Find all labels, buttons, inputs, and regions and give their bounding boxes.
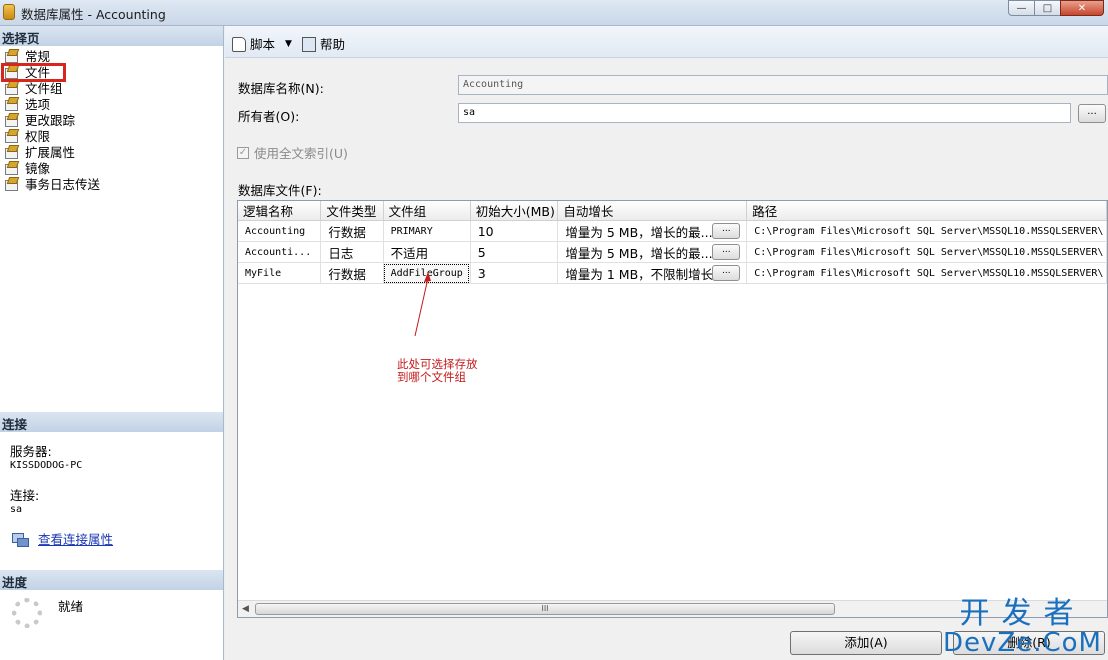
progress-area: 就绪 xyxy=(12,596,83,628)
cell-autogrowth: 增量为 1 MB，不限制增长... xyxy=(557,262,748,284)
view-connection-row: 查看连接属性 xyxy=(10,529,113,548)
left-pane: 选择页 常规 文件 文件组 选项 更改跟踪 权限 扩展属性 镜像 事务日志传送 … xyxy=(0,26,224,660)
connection-properties-icon xyxy=(10,532,29,547)
autogrowth-button[interactable]: ... xyxy=(712,223,741,239)
page-icon xyxy=(3,161,19,175)
scroll-thumb[interactable]: III xyxy=(255,603,835,615)
script-icon xyxy=(231,36,246,52)
page-icon xyxy=(3,113,19,127)
page-icon xyxy=(3,97,19,111)
scroll-left-icon[interactable]: ◀ xyxy=(242,604,249,614)
autogrowth-button[interactable]: ... xyxy=(712,265,741,281)
maximize-button[interactable]: □ xyxy=(1034,0,1061,16)
window-controls: — □ ✕ xyxy=(1008,0,1104,16)
server-value: KISSDODOG-PC xyxy=(10,460,83,471)
cell-autogrowth: 增量为 5 MB，增长的最...... xyxy=(557,241,748,263)
script-label: 脚本 xyxy=(250,37,276,52)
connection-info: 服务器: KISSDODOG-PC 连接: sa 查看连接属性 xyxy=(10,441,113,548)
add-button[interactable]: 添加(A) xyxy=(790,631,942,655)
progress-status: 就绪 xyxy=(58,599,84,614)
column-header-autogrowth[interactable]: 自动增长 xyxy=(557,201,748,221)
dropdown-arrow-icon[interactable]: ▼ xyxy=(285,39,292,49)
progress-spinner-icon xyxy=(12,598,42,628)
cell-autogrowth: 增量为 5 MB，增长的最...... xyxy=(557,220,748,242)
main-content: 数据库名称(N): Accounting 所有者(O): sa ... ✓ 使用… xyxy=(225,58,1108,660)
connection-label: 连接: xyxy=(10,488,40,503)
database-icon xyxy=(3,4,15,20)
toolbar: 脚本 ▼ 帮助 xyxy=(225,26,1108,58)
page-icon xyxy=(3,81,19,95)
page-icon xyxy=(3,49,19,63)
annotation-arrow-icon xyxy=(414,272,431,337)
autogrowth-text: 增量为 5 MB，增长的最... xyxy=(565,224,713,240)
script-button[interactable]: 脚本 ▼ xyxy=(231,34,292,53)
autogrowth-text: 增量为 1 MB，不限制增长 xyxy=(565,266,714,282)
page-list: 常规 文件 文件组 选项 更改跟踪 权限 扩展属性 镜像 事务日志传送 xyxy=(0,46,223,192)
autogrowth-text: 增量为 5 MB，增长的最... xyxy=(565,245,713,261)
cell-path: C:\Program Files\Microsoft SQL Server\MS… xyxy=(746,220,1107,242)
close-button[interactable]: ✕ xyxy=(1060,0,1104,16)
page-icon xyxy=(3,145,19,159)
column-header-path[interactable]: 路径 xyxy=(746,201,1107,221)
page-label: 事务日志传送 xyxy=(25,176,101,192)
window-title: 数据库属性 - Accounting xyxy=(21,7,166,22)
help-icon xyxy=(301,36,316,52)
page-icon xyxy=(3,65,19,79)
annotation-text: 此处可选择存放 到哪个文件组 xyxy=(397,358,478,384)
owner-field[interactable]: sa xyxy=(458,103,1071,123)
connection-header: 连接 xyxy=(0,412,223,432)
help-label: 帮助 xyxy=(320,37,346,52)
progress-header: 进度 xyxy=(0,570,223,590)
watermark-line-1: 开发者 xyxy=(959,596,1086,631)
page-icon xyxy=(3,177,19,191)
help-button[interactable]: 帮助 xyxy=(301,34,345,53)
select-page-header: 选择页 xyxy=(0,26,223,46)
connection-value: sa xyxy=(10,504,23,515)
cell-path: C:\Program Files\Microsoft SQL Server\MS… xyxy=(746,241,1107,263)
watermark-line-2: DevZe.CoM xyxy=(943,628,1102,658)
minimize-button[interactable]: — xyxy=(1008,0,1035,16)
server-label: 服务器: xyxy=(10,444,52,459)
autogrowth-button[interactable]: ... xyxy=(712,244,741,260)
title-bar: 数据库属性 - Accounting — □ ✕ xyxy=(0,0,1108,26)
annotation-line-2: 到哪个文件组 xyxy=(397,370,466,384)
watermark: 开发者 DevZe.CoM xyxy=(943,596,1102,658)
page-icon xyxy=(3,129,19,143)
view-connection-properties-link[interactable]: 查看连接属性 xyxy=(38,529,113,548)
owner-browse-button[interactable]: ... xyxy=(1078,104,1106,123)
database-name-field[interactable]: Accounting xyxy=(458,75,1108,95)
page-item-log-shipping[interactable]: 事务日志传送 xyxy=(0,175,223,192)
cell-path: C:\Program Files\Microsoft SQL Server\MS… xyxy=(746,262,1107,284)
